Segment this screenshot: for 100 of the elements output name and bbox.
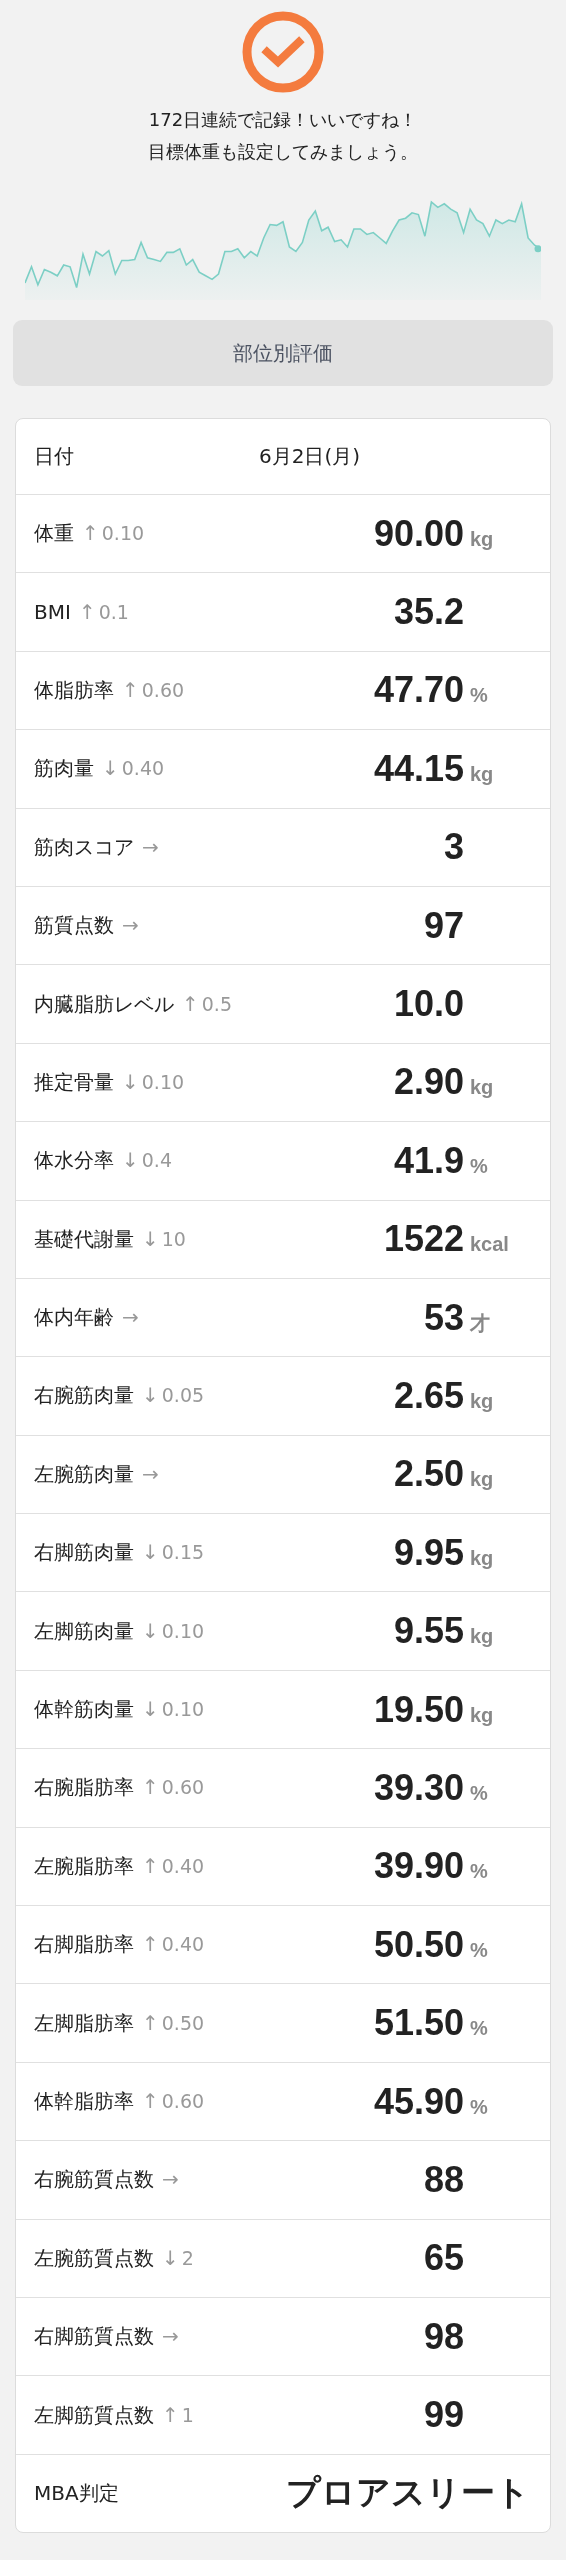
- trend-arrow: ↑: [142, 2010, 159, 2035]
- unit-text: %: [470, 2017, 488, 2040]
- trend-arrow: ↓: [162, 2245, 179, 2270]
- trend-arrow: ↓: [122, 1069, 139, 1094]
- metric-value: 65: [423, 2237, 464, 2280]
- change-amount: 1: [181, 2403, 194, 2426]
- metric-value: 90.00: [373, 512, 464, 555]
- unit-text: kg: [470, 1546, 494, 1569]
- unit-text: %: [470, 2095, 488, 2118]
- row-label: 体脂肪率: [34, 676, 114, 704]
- unit-text: 才: [470, 1311, 490, 1334]
- change-amount: 0.10: [101, 522, 145, 545]
- change-amount: 0.15: [161, 1541, 205, 1564]
- row-label: 体幹筋肉量: [34, 1696, 134, 1724]
- trend-arrow: ↓: [142, 1226, 159, 1251]
- row-label: 筋質点数: [34, 912, 114, 940]
- unit-text: %: [470, 1938, 488, 1961]
- trend-arrow: ↑: [78, 600, 96, 625]
- row-label: 右腕筋肉量: [34, 1382, 134, 1410]
- trend-arrow: →: [162, 2324, 179, 2349]
- metric-value: 97: [423, 904, 464, 947]
- metric-value: 50.50: [373, 1923, 464, 1966]
- trend-arrow: →: [142, 1461, 159, 1486]
- trend-arrow: ↑: [142, 1932, 159, 1957]
- row-label: 体幹脂肪率: [34, 2088, 134, 2115]
- trend-arrow: →: [162, 2167, 179, 2192]
- change-amount: 0.1: [98, 601, 129, 624]
- row-label: 右脚筋質点数: [34, 2323, 154, 2351]
- change-amount: 0.40: [161, 1933, 205, 1956]
- row-label: 筋肉スコア: [34, 833, 134, 861]
- trend-arrow: →: [122, 913, 139, 938]
- metric-value: 10.0: [393, 983, 464, 1026]
- metric-value: 45.90: [373, 2080, 464, 2123]
- row-label: 右腕脂肪率: [34, 1774, 134, 1802]
- metric-value: 3: [443, 826, 464, 869]
- trend-arrow: ↓: [142, 1618, 159, 1643]
- trend-arrow: ↓: [142, 1383, 159, 1408]
- metric-value: 98: [423, 2315, 464, 2358]
- metric-value: 44.15: [373, 747, 464, 790]
- metric-value: 51.50: [373, 2002, 464, 2045]
- metric-value: 1522: [383, 1218, 464, 1261]
- unit-text: %: [470, 684, 488, 707]
- change-amount: 0.4: [141, 1149, 172, 1172]
- unit-text: kcal: [470, 1233, 509, 1256]
- check-circle-icon: [241, 10, 325, 94]
- row-label: 体内年齢: [34, 1304, 114, 1332]
- part-evaluation-button[interactable]: 部位別評価: [13, 320, 553, 386]
- metric-value: 88: [423, 2158, 464, 2201]
- row-label: 左脚筋肉量: [34, 1617, 134, 1645]
- trend-arrow: ↓: [122, 1148, 139, 1173]
- row-label: 左腕筋肉量: [34, 1460, 134, 1488]
- unit-text: %: [470, 1154, 488, 1177]
- trend-arrow: ↓: [142, 1697, 159, 1722]
- change-amount: 0.50: [161, 2011, 205, 2034]
- trend-arrow: →: [122, 1305, 139, 1330]
- metric-value: 9.95: [393, 1531, 464, 1574]
- row-label: 左腕筋質点数: [34, 2244, 154, 2272]
- message-text: 172日連続で記録！いいですね！: [148, 108, 418, 132]
- metric-value: 47.70: [373, 669, 464, 712]
- change-amount: 0.10: [141, 1070, 185, 1093]
- unit-text: kg: [470, 1703, 494, 1726]
- row-label: 体重: [34, 520, 74, 548]
- trend-arrow: ↑: [162, 2402, 179, 2427]
- verdict-value: プロアスリート: [286, 2471, 530, 2515]
- unit-text: kg: [470, 1468, 494, 1491]
- trend-arrow: ↑: [82, 521, 99, 546]
- row-label: 右腕筋質点数: [34, 2166, 154, 2194]
- row-label: MBA判定: [34, 2479, 119, 2507]
- row-label: 内臓脂肪レベル: [34, 990, 174, 1018]
- metric-value: 9.55: [393, 1610, 464, 1653]
- row-label: 推定骨量: [34, 1068, 114, 1096]
- change-amount: 0.10: [161, 1698, 205, 1721]
- change-amount: 0.40: [121, 757, 165, 780]
- row-label: 筋肉量: [34, 755, 94, 783]
- change-amount: 0.05: [161, 1384, 205, 1407]
- row-label: 日付: [34, 443, 74, 470]
- metric-value: 35.2: [393, 591, 464, 634]
- unit-text: %: [470, 1860, 488, 1883]
- change-amount: 0.5: [201, 992, 232, 1015]
- trend-arrow: ↑: [142, 1853, 159, 1878]
- trend-arrow: →: [142, 834, 159, 859]
- trend-arrow: ↑: [142, 2089, 159, 2113]
- row-label: 左腕脂肪率: [34, 1852, 134, 1880]
- metric-value: 39.90: [373, 1845, 464, 1888]
- metric-value: 2.65: [393, 1375, 464, 1417]
- metric-value: 41.9: [393, 1139, 464, 1182]
- unit-text: %: [470, 1781, 488, 1804]
- trend-arrow: ↓: [142, 1540, 159, 1565]
- metric-value: 19.50: [373, 1688, 464, 1731]
- unit-text: kg: [470, 1625, 494, 1648]
- metric-value: 2.90: [393, 1061, 464, 1104]
- metric-value: 39.30: [373, 1766, 464, 1809]
- change-amount: 0.40: [161, 1854, 205, 1877]
- unit-text: kg: [470, 1390, 494, 1412]
- row-label: 左脚筋質点数: [34, 2401, 154, 2429]
- metric-value: 2.50: [393, 1453, 464, 1496]
- row-label: 右脚筋肉量: [34, 1539, 134, 1567]
- change-amount: 10: [161, 1227, 186, 1250]
- change-amount: 2: [181, 2246, 194, 2269]
- metric-value: 99: [423, 2394, 464, 2437]
